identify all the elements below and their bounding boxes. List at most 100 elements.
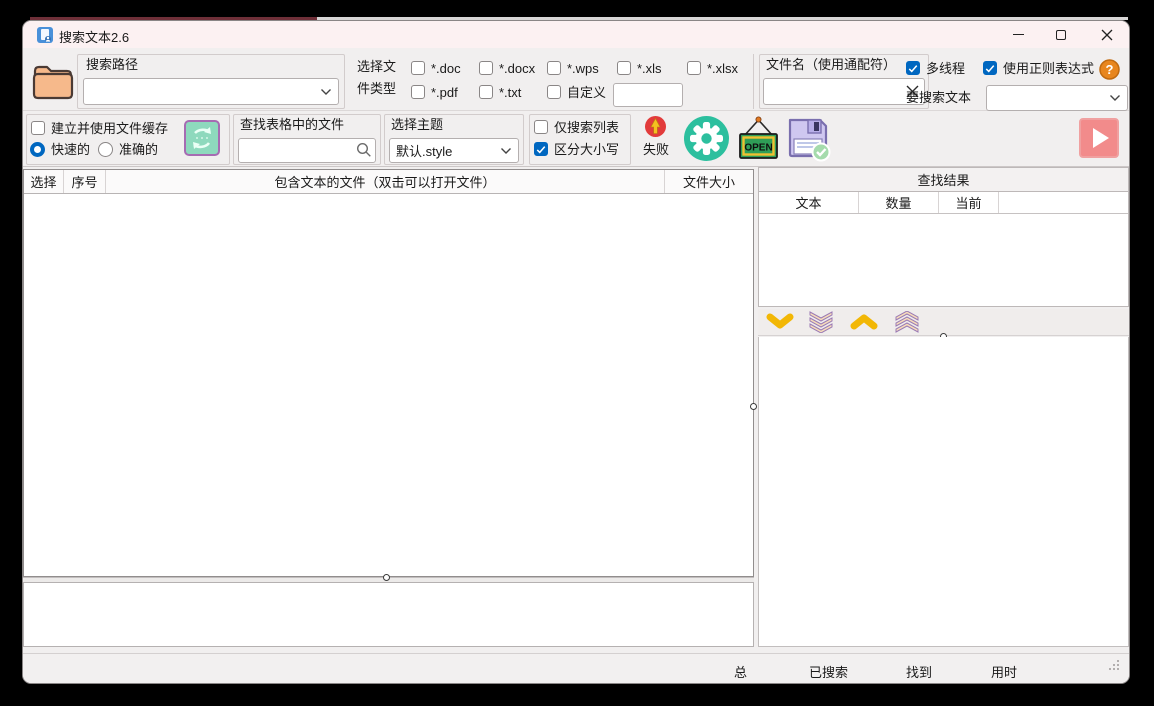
fail-status-label: 失败 <box>640 142 672 158</box>
regex-checkbox[interactable]: 使用正则表达式 <box>983 61 1094 76</box>
start-search-button[interactable] <box>1079 118 1119 158</box>
case-sensitive-checkbox[interactable]: 区分大小写 <box>534 142 619 157</box>
radio-unselected <box>98 142 113 157</box>
chevron-down-icon <box>320 88 332 96</box>
match-detail-panel[interactable] <box>758 337 1129 647</box>
checkbox-box <box>479 85 493 99</box>
filetype-doc-checkbox[interactable]: *.doc <box>411 61 461 76</box>
list-only-checkbox[interactable]: 仅搜索列表 <box>534 120 619 135</box>
last-result-button[interactable] <box>807 311 835 338</box>
play-icon <box>1079 118 1119 158</box>
fast-radio[interactable]: 快速的 <box>30 142 90 157</box>
col-select[interactable]: 选择 <box>24 170 64 193</box>
file-type-label-line1: 选择文 <box>357 59 396 75</box>
radio-selected <box>30 142 45 157</box>
checkbox-label: *.txt <box>499 85 521 100</box>
checkbox-label: *.doc <box>431 61 461 76</box>
radio-label: 快速的 <box>51 142 90 157</box>
browse-folder-button[interactable] <box>31 59 75 101</box>
previous-result-button[interactable] <box>850 313 878 335</box>
checkbox-box-checked <box>534 142 548 156</box>
filetype-xlsx-checkbox[interactable]: *.xlsx <box>687 61 738 76</box>
checkbox-label: 自定义 <box>567 85 606 100</box>
settings-button[interactable] <box>683 115 730 162</box>
checkbox-label: 多线程 <box>926 61 965 76</box>
checkbox-box <box>31 121 45 135</box>
file-type-label-line2: 件类型 <box>357 81 396 97</box>
results-title-bar: 查找结果 <box>758 167 1129 192</box>
col-extra <box>999 192 1128 213</box>
checkbox-box <box>687 61 701 75</box>
checkbox-box-checked <box>983 61 997 75</box>
svg-text:?: ? <box>1106 62 1114 77</box>
titlebar[interactable]: 搜索文本2.6 <box>23 21 1130 48</box>
col-index[interactable]: 序号 <box>64 170 106 193</box>
next-result-button[interactable] <box>766 313 794 335</box>
first-result-button[interactable] <box>893 311 921 338</box>
search-path-combobox[interactable] <box>83 78 339 105</box>
open-sign-text: OPEN <box>744 143 772 154</box>
filetype-custom-checkbox[interactable]: 自定义 <box>547 85 606 100</box>
search-text-label: 要搜索文本 <box>906 90 971 106</box>
help-icon[interactable]: ? <box>1099 59 1120 80</box>
checkbox-label: 使用正则表达式 <box>1003 61 1094 76</box>
results-table-body[interactable] <box>759 214 1128 306</box>
status-time: 用时 <box>991 662 1017 681</box>
checkbox-box <box>534 120 548 134</box>
theme-combobox[interactable]: 默认.style <box>389 138 519 163</box>
theme-label: 选择主题 <box>391 117 443 133</box>
fail-status-icon <box>644 115 667 138</box>
maximize-button[interactable] <box>1040 21 1082 48</box>
col-file[interactable]: 包含文本的文件（双击可以打开文件） <box>106 170 665 193</box>
splitter-grip-icon[interactable] <box>750 403 757 410</box>
chevron-up-solid-icon <box>850 313 878 330</box>
checkbox-box <box>617 61 631 75</box>
filetype-docx-checkbox[interactable]: *.docx <box>479 61 535 76</box>
status-found: 找到 <box>906 662 932 681</box>
results-table[interactable]: 文本 数量 当前 <box>758 191 1129 307</box>
checkbox-label: *.pdf <box>431 85 458 100</box>
app-icon <box>37 27 53 43</box>
custom-type-input[interactable] <box>613 83 683 107</box>
resize-grip-icon[interactable] <box>1109 668 1111 670</box>
checkbox-label: *.xls <box>637 61 662 76</box>
file-table[interactable]: 选择 序号 包含文本的文件（双击可以打开文件） 文件大小 <box>23 169 754 577</box>
chevron-down-icon <box>500 147 512 155</box>
checkbox-box <box>479 61 493 75</box>
col-text[interactable]: 文本 <box>759 192 859 213</box>
toolbar-divider <box>753 54 754 109</box>
close-icon <box>1101 29 1113 41</box>
filename-input[interactable] <box>763 78 925 105</box>
triple-chevron-up-icon <box>893 311 921 333</box>
checkbox-label: *.docx <box>499 61 535 76</box>
desktop-background: 搜索文本2.6 搜索路径 <box>0 0 1154 706</box>
refresh-cache-button[interactable] <box>184 119 220 157</box>
multithread-checkbox[interactable]: 多线程 <box>906 61 965 76</box>
close-button[interactable] <box>1085 21 1129 48</box>
checkbox-box <box>411 85 425 99</box>
checkbox-label: 建立并使用文件缓存 <box>51 121 168 136</box>
splitter-grip-icon[interactable] <box>383 574 390 581</box>
filetype-wps-checkbox[interactable]: *.wps <box>547 61 599 76</box>
filetype-xls-checkbox[interactable]: *.xls <box>617 61 662 76</box>
checkbox-box <box>547 61 561 75</box>
accurate-radio[interactable]: 准确的 <box>98 142 158 157</box>
col-size[interactable]: 文件大小 <box>665 170 753 193</box>
filename-label: 文件名（使用通配符） <box>766 57 896 73</box>
preview-panel[interactable] <box>23 582 754 647</box>
search-text-combobox[interactable] <box>986 85 1128 111</box>
maximize-icon <box>1056 30 1066 40</box>
table-filter-label: 查找表格中的文件 <box>240 117 344 133</box>
open-file-button[interactable]: OPEN <box>736 115 781 163</box>
open-sign-icon: OPEN <box>736 115 781 163</box>
filetype-txt-checkbox[interactable]: *.txt <box>479 85 521 100</box>
col-current[interactable]: 当前 <box>939 192 999 213</box>
file-cache-checkbox[interactable]: 建立并使用文件缓存 <box>31 121 168 136</box>
filetype-pdf-checkbox[interactable]: *.pdf <box>411 85 458 100</box>
file-table-body[interactable] <box>24 194 753 576</box>
minimize-button[interactable] <box>997 21 1039 48</box>
checkbox-label: 仅搜索列表 <box>554 120 619 135</box>
minimize-icon <box>1013 34 1024 36</box>
save-button[interactable] <box>784 114 832 162</box>
col-count[interactable]: 数量 <box>859 192 939 213</box>
